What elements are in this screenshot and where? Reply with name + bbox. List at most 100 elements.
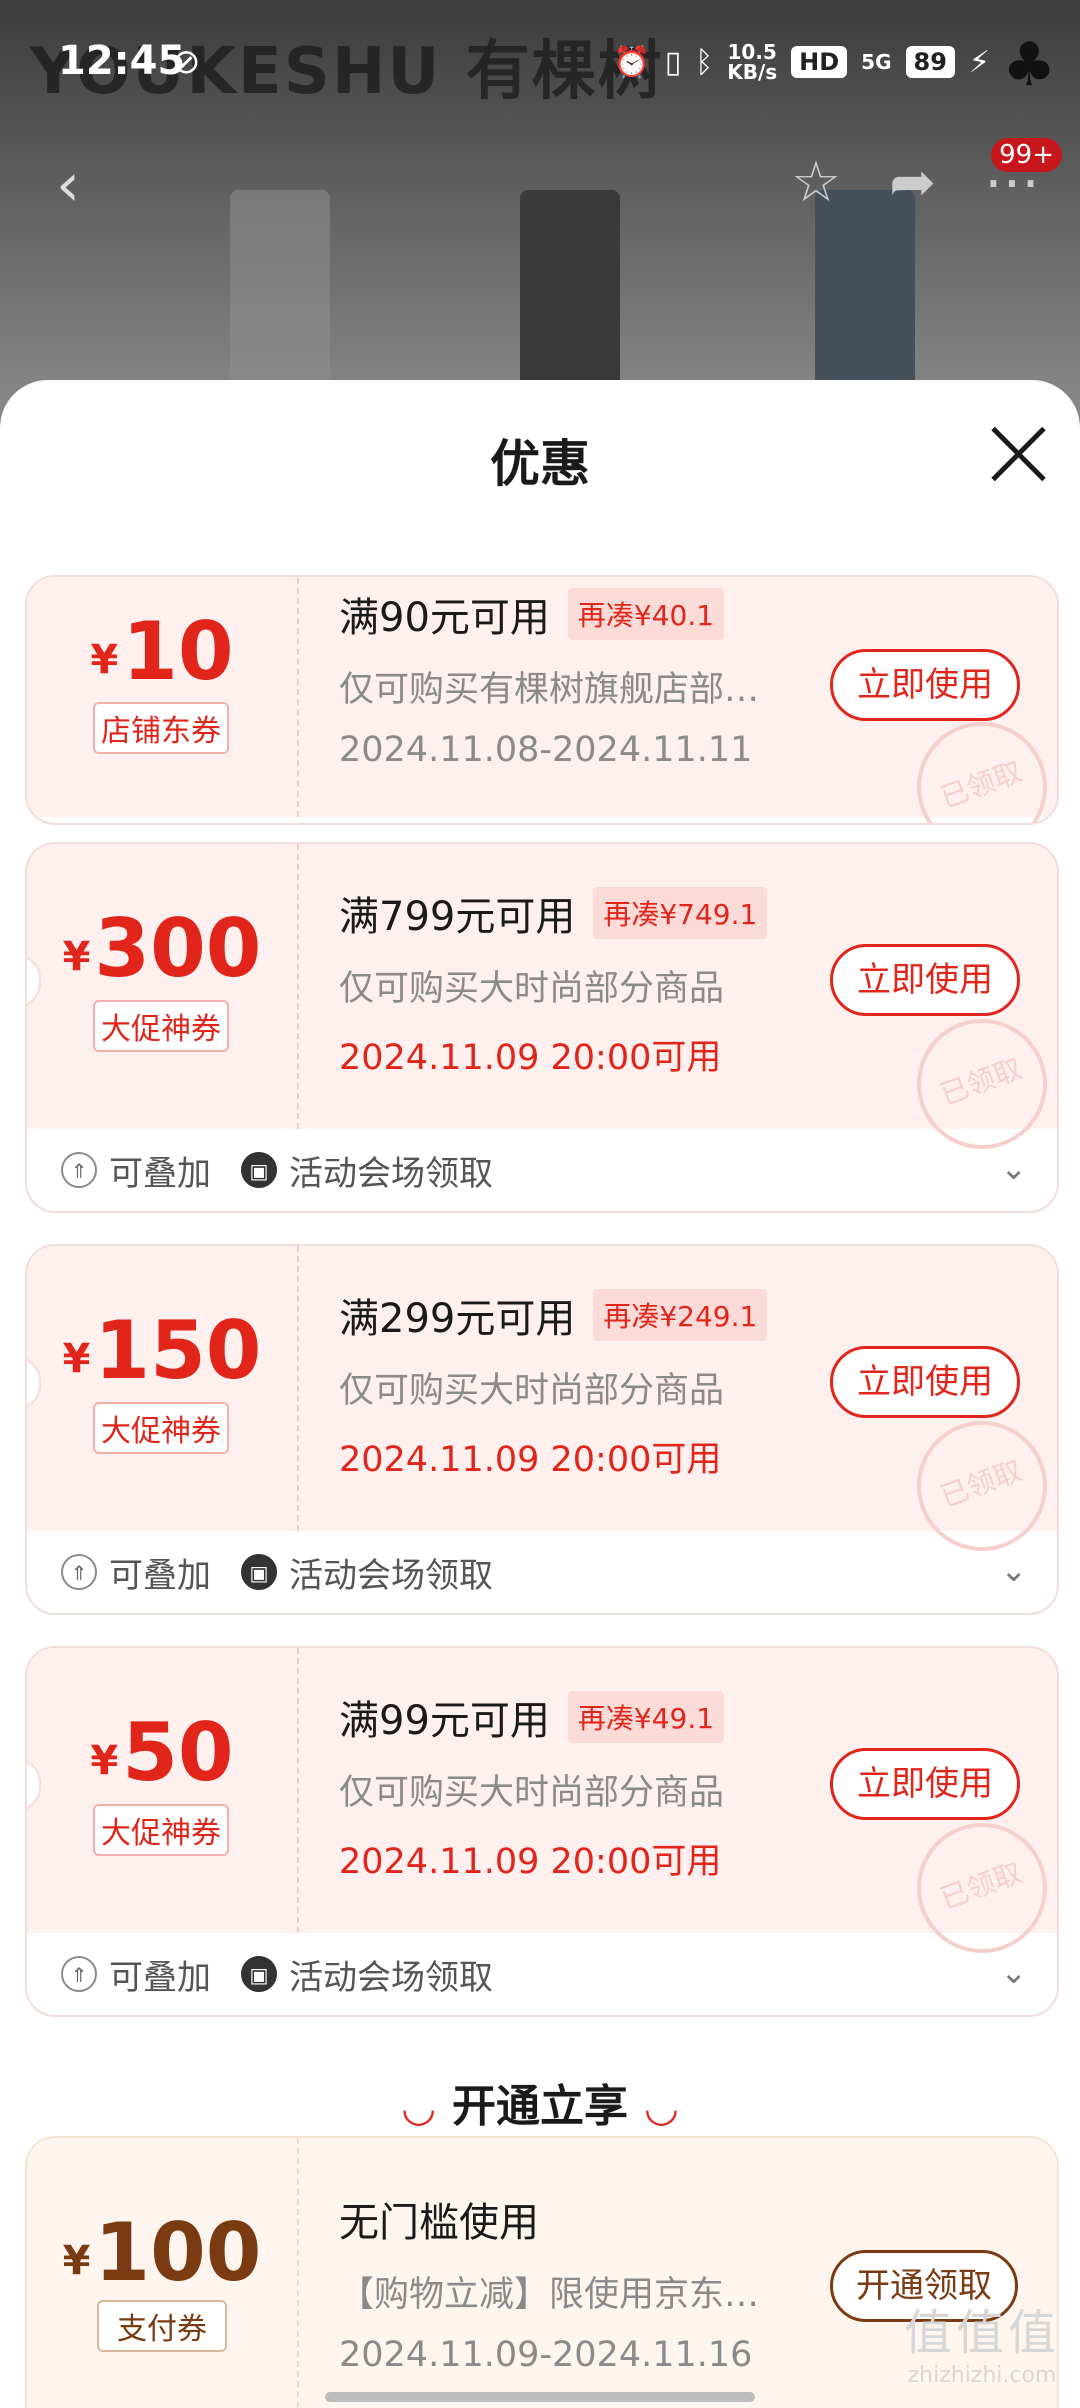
vibrate-icon: ▯	[664, 44, 682, 80]
stackable-tag: ⇑ 可叠加	[61, 1548, 211, 1597]
stack-icon: ⇑	[61, 1152, 97, 1188]
coupon-kind: 店铺东券	[93, 702, 229, 754]
coupon-footer[interactable]: ⇑ 可叠加 ▣ 活动会场领取 ⌄	[27, 1129, 1057, 1211]
coupon-amount: ¥150	[27, 1306, 297, 1404]
amount-value: 50	[122, 1706, 234, 1799]
coupon-amount: ¥10	[27, 607, 297, 705]
share-icon[interactable]: ➦	[889, 150, 936, 215]
use-now-button[interactable]: 立即使用	[830, 1346, 1020, 1418]
smile-left-icon: ◡	[403, 2085, 434, 2131]
coupon-amount: ¥100	[27, 2208, 297, 2306]
coupon-value-area: ¥150 大促神券	[27, 1246, 299, 1531]
diff-badge: 再凑¥40.1	[567, 588, 725, 640]
coupon-scope: 仅可购买大时尚部分商品	[339, 969, 725, 1009]
venue-tag: ▣ 活动会场领取	[241, 1146, 493, 1195]
close-icon[interactable]	[986, 422, 1050, 486]
coupon-sheet: 优惠 ¥10 店铺东券 满90元可用 再凑¥40.1 仅可购买有棵树旗舰店部… 2…	[0, 380, 1080, 2408]
stackable-tag: ⇑ 可叠加	[61, 1146, 211, 1195]
coupon-value-area: ¥10 店铺东券	[27, 577, 299, 817]
net-speed: 10.5 KB/s	[727, 42, 777, 82]
coupon-kind: 大促神券	[93, 1804, 229, 1856]
sheet-title: 优惠	[490, 435, 590, 493]
coupon-kind: 大促神券	[93, 1402, 229, 1454]
venue-tag: ▣ 活动会场领取	[241, 1548, 493, 1597]
coupon-value-area: ¥300 大促神券	[27, 844, 299, 1129]
stackable-label: 可叠加	[109, 1555, 211, 1596]
section-title: 开通立享	[452, 2081, 628, 2132]
stackable-label: 可叠加	[109, 1957, 211, 1998]
coupon-kind: 大促神券	[93, 1000, 229, 1052]
coupon-condition: 满99元可用 再凑¥49.1	[339, 1688, 819, 1746]
condition-text: 满799元可用	[339, 894, 576, 940]
diff-badge: 再凑¥749.1	[593, 887, 768, 939]
use-now-button[interactable]: 立即使用	[830, 649, 1020, 721]
currency-symbol: ¥	[62, 2238, 91, 2284]
coupon-amount: ¥300	[27, 904, 297, 1002]
back-icon[interactable]: ‹	[56, 150, 80, 220]
use-now-button[interactable]: 立即使用	[830, 1748, 1020, 1820]
home-indicator[interactable]	[325, 2392, 755, 2402]
coupon-date: 2024.11.08-2024.11.11	[339, 730, 753, 770]
hd-icon: HD	[791, 46, 848, 78]
coupon-date: 2024.11.09 20:00可用	[339, 1440, 722, 1480]
coupon-date: 2024.11.09 20:00可用	[339, 1842, 722, 1882]
coupon-condition: 满90元可用 再凑¥40.1	[339, 585, 819, 643]
currency-symbol: ¥	[90, 1738, 119, 1784]
amount-value: 300	[94, 902, 262, 995]
coupon-condition: 满799元可用 再凑¥749.1	[339, 884, 819, 942]
coupon-info: 无门槛使用 【购物立减】限使用京东支… 2024.11.09-2024.11.1…	[339, 2190, 819, 2375]
amount-value: 10	[122, 605, 234, 698]
amount-value: 100	[94, 2206, 262, 2299]
stack-icon: ⇑	[61, 1956, 97, 1992]
coupon-kind: 支付券	[97, 2300, 227, 2352]
status-bar: 12:45 ⊘ ⏰ ▯ ᛒ 10.5 KB/s HD 5G 89 ⚡ ♣	[0, 0, 1080, 120]
currency-symbol: ¥	[62, 1336, 91, 1382]
chevron-down-icon[interactable]: ⌄	[1000, 1953, 1027, 1991]
coupon-value-area: ¥50 大促神券	[27, 1648, 299, 1933]
claimed-stamp: 已领取	[898, 703, 1057, 823]
coupon-footer[interactable]: ⇑ 可叠加 ▣ 活动会场领取 ⌄	[27, 1933, 1057, 2015]
ticket-icon: ▣	[241, 1152, 277, 1188]
currency-symbol: ¥	[90, 637, 119, 683]
coupon-info: 满799元可用 再凑¥749.1 仅可购买大时尚部分商品 2024.11.09 2…	[339, 884, 819, 1080]
condition-text: 满299元可用	[339, 1296, 576, 1342]
ticket-icon: ▣	[241, 1956, 277, 1992]
coupon-date: 2024.11.09 20:00可用	[339, 1038, 722, 1078]
currency-symbol: ¥	[62, 934, 91, 980]
coupon-body: ¥50 大促神券 满99元可用 再凑¥49.1 仅可购买大时尚部分商品 2024.…	[27, 1648, 1057, 1972]
smile-right-icon: ◡	[646, 2085, 677, 2131]
alarm-icon: ⏰	[613, 44, 651, 80]
ticket-icon: ▣	[241, 1554, 277, 1590]
venue-label: 活动会场领取	[289, 1153, 493, 1194]
coupon-card: ¥300 大促神券 满799元可用 再凑¥749.1 仅可购买大时尚部分商品 20…	[25, 842, 1059, 1213]
coupon-scope: 仅可购买有棵树旗舰店部…	[339, 670, 760, 710]
app-status-icon: ⊘	[172, 42, 201, 82]
coupon-footer[interactable]: ⇑ 可叠加 ▣ 活动会场领取 ⌄	[27, 1531, 1057, 1613]
coupon-body: ¥150 大促神券 满299元可用 再凑¥249.1 仅可购买大时尚部分商品 20…	[27, 1246, 1057, 1570]
coupon-value-area: ¥100 支付券	[27, 2138, 299, 2408]
charging-icon: ⚡	[968, 44, 990, 80]
chevron-down-icon[interactable]: ⌄	[1000, 1551, 1027, 1589]
watermark-logo: 值值值	[903, 2305, 1060, 2361]
condition-text: 满99元可用	[339, 1698, 550, 1744]
club-icon: ♣	[1002, 30, 1056, 100]
watermark-url: zhizhizhi.com	[907, 2363, 1057, 2388]
coupon-body: ¥300 大促神券 满799元可用 再凑¥749.1 仅可购买大时尚部分商品 20…	[27, 844, 1057, 1168]
coupon-date: 2024.11.09-2024.11.16	[339, 2335, 753, 2375]
bluetooth-icon: ᛒ	[695, 44, 714, 80]
use-now-button[interactable]: 立即使用	[830, 944, 1020, 1016]
coupon-scope: 仅可购买大时尚部分商品	[339, 1773, 725, 1813]
coupon-info: 满299元可用 再凑¥249.1 仅可购买大时尚部分商品 2024.11.09 2…	[339, 1286, 819, 1482]
stackable-tag: ⇑ 可叠加	[61, 1950, 211, 1999]
venue-label: 活动会场领取	[289, 1957, 493, 1998]
chevron-down-icon[interactable]: ⌄	[1000, 1149, 1027, 1187]
venue-label: 活动会场领取	[289, 1555, 493, 1596]
favorite-star-icon[interactable]: ☆	[791, 150, 841, 215]
coupon-card: ¥150 大促神券 满299元可用 再凑¥249.1 仅可购买大时尚部分商品 20…	[25, 1244, 1059, 1615]
stack-icon: ⇑	[61, 1554, 97, 1590]
battery-level: 89	[905, 46, 955, 78]
coupon-amount: ¥50	[27, 1708, 297, 1806]
section-header: ◡ 开通立享 ◡	[0, 2070, 1080, 2134]
coupon-condition: 无门槛使用	[339, 2200, 539, 2246]
diff-badge: 再凑¥249.1	[593, 1289, 768, 1341]
